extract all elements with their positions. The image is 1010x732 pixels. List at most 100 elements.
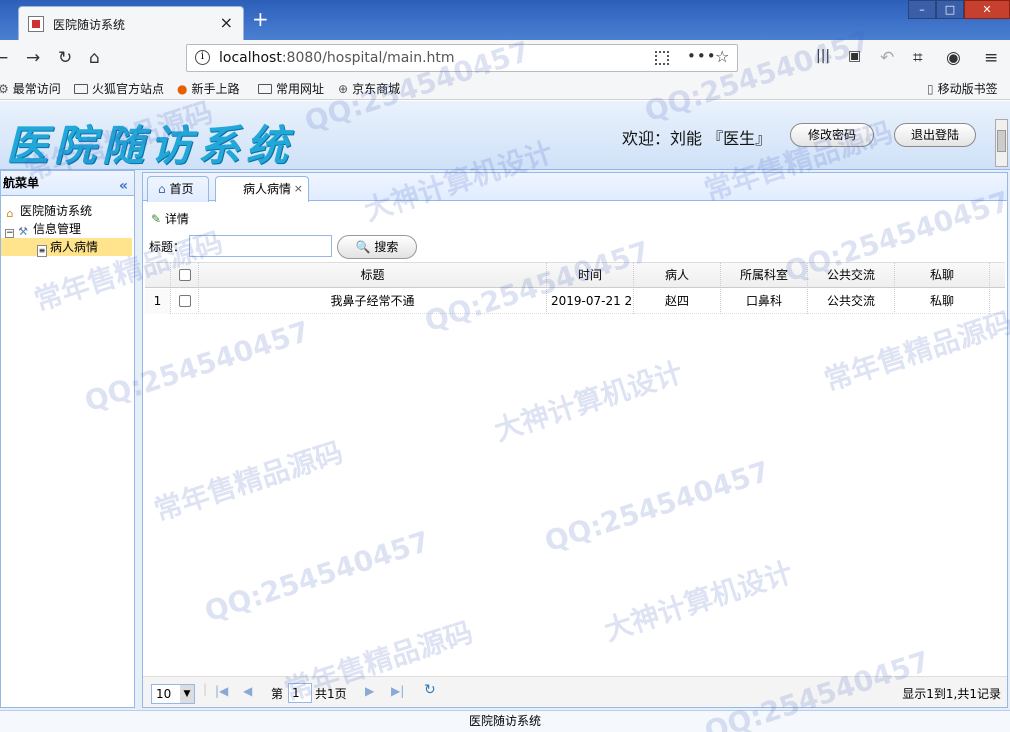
row-number: 1 (145, 289, 171, 314)
content-tabs: ⌂ 首页 病人病情 × (143, 173, 1007, 202)
new-tab-button[interactable]: + (252, 9, 269, 29)
url-path: :8080/hospital/main.htm (281, 50, 455, 66)
bookmark-label: 新手上路 (191, 82, 240, 96)
nav-panel: 航菜单 « ⌂ 医院随访系统 − ⚒ 信息管理 ≡ 病人病情 (0, 170, 135, 708)
data-grid: 标题 时间 病人 所属科室 公共交流 私聊 1 我鼻子经常不通 2019-07-… (145, 262, 1005, 672)
table-row[interactable]: 1 我鼻子经常不通 2019-07-21 22 赵四 口鼻科 公共交流 私聊 (145, 289, 1005, 314)
tree-node-info-management[interactable]: − ⚒ 信息管理 (5, 220, 81, 238)
bookmark-label: 移动版书签 (937, 82, 998, 96)
first-page-icon[interactable]: |◀ (215, 684, 228, 698)
welcome-text: 欢迎：刘能 『医生』 (622, 129, 772, 148)
select-all-checkbox[interactable] (178, 269, 191, 281)
row-number-header (145, 263, 171, 288)
bookmark-mobile[interactable]: ▯ 移动版书签 (927, 80, 998, 97)
title-search-input[interactable] (189, 235, 332, 257)
page-size-select[interactable]: 10 ▼ (151, 684, 195, 704)
last-page-icon[interactable]: ▶| (391, 684, 404, 698)
cell-time: 2019-07-21 22 (547, 289, 634, 314)
account-icon[interactable]: ◉ (946, 48, 961, 68)
next-page-icon[interactable]: ▶ (365, 684, 374, 698)
maximize-button[interactable]: □ (936, 0, 964, 19)
site-favicon-icon (28, 16, 44, 32)
tab-label: 病人病情 (243, 182, 292, 196)
header-scrollbar[interactable] (995, 119, 1008, 167)
mobile-icon: ▯ (927, 82, 934, 96)
pager-separator: | (203, 682, 208, 696)
tree-node-patient-condition[interactable]: ≡ 病人病情 (1, 238, 132, 257)
bookmark-star-icon[interactable]: ☆ (715, 47, 729, 66)
tree-node-root[interactable]: ⌂ 医院随访系统 (3, 202, 93, 220)
url-text[interactable]: localhost:8080/hospital/main.htm (219, 50, 455, 66)
tab-home[interactable]: ⌂ 首页 (147, 176, 209, 202)
column-header-private[interactable]: 私聊 (895, 263, 990, 288)
page-prefix: 第 (271, 687, 284, 701)
column-header-patient[interactable]: 病人 (634, 263, 721, 288)
collapse-toggle-icon[interactable]: − (5, 229, 14, 238)
reload-icon[interactable]: ↻ (58, 48, 72, 68)
refresh-icon[interactable]: ↻ (424, 682, 436, 698)
detail-label: 详情 (164, 212, 189, 226)
row-checkbox-cell (171, 289, 199, 314)
tab-close-icon[interactable]: × (220, 13, 233, 32)
public-chat-link[interactable]: 公共交流 (808, 289, 895, 314)
site-info-icon[interactable]: i (195, 50, 210, 65)
private-chat-link[interactable]: 私聊 (895, 289, 990, 314)
pencil-icon: ✎ (151, 212, 162, 226)
tree-node-label: 病人病情 (50, 240, 99, 254)
cell-patient: 赵四 (634, 289, 721, 314)
bookmark-getting-started[interactable]: ● 新手上路 (177, 80, 240, 97)
home-icon: ⌂ (6, 207, 14, 220)
nav-tree: ⌂ 医院随访系统 − ⚒ 信息管理 ≡ 病人病情 (1, 196, 134, 276)
menu-icon[interactable]: ≡ (984, 48, 998, 68)
scrollbar-thumb[interactable] (997, 130, 1006, 152)
search-icon: 🔍 (355, 240, 371, 254)
cell-department: 口鼻科 (721, 289, 808, 314)
tools-icon: ⚒ (18, 225, 28, 238)
browser-titlebar: 医院随访系统 × + – □ ✕ (0, 0, 1010, 40)
pager-info: 显示1到1,共1记录 (902, 687, 1001, 701)
tab-patient-condition[interactable]: 病人病情 × (215, 176, 309, 202)
select-all-checkbox-cell (171, 263, 199, 288)
nav-panel-header: 航菜单 « (1, 171, 134, 196)
app-footer: 医院随访系统 (0, 710, 1010, 732)
nav-panel-title: 航菜单 (3, 176, 40, 190)
close-window-button[interactable]: ✕ (964, 0, 1010, 19)
library-icon[interactable]: ||| (816, 48, 830, 64)
crop-icon[interactable]: ⌗ (913, 48, 923, 68)
patient-condition-page: ✎ 详情 标题： 🔍 搜索 标题 时间 病人 所属科室 公共交流 私聊 1 我鼻… (143, 202, 1007, 707)
minimize-button[interactable]: – (908, 0, 936, 19)
sidebar-icon[interactable]: ▣ (848, 48, 861, 64)
browser-tab[interactable]: 医院随访系统 × (18, 6, 244, 40)
detail-button[interactable]: ✎ 详情 (151, 210, 189, 227)
home-icon[interactable]: ⌂ (89, 48, 100, 68)
folder-icon (258, 84, 272, 94)
bookmark-firefox-official[interactable]: 火狐官方站点 (74, 80, 164, 97)
chevron-down-icon[interactable]: ▼ (180, 685, 194, 703)
page-actions-icon[interactable]: ••• (687, 47, 717, 65)
back-icon[interactable]: ← (0, 48, 8, 68)
bookmark-common-sites[interactable]: 常用网址 (258, 80, 324, 97)
bookmark-most-visited[interactable]: ⚙ 最常访问 (0, 80, 61, 97)
forward-icon[interactable]: → (26, 48, 40, 68)
change-password-button[interactable]: 修改密码 (790, 123, 874, 147)
column-header-public[interactable]: 公共交流 (808, 263, 895, 288)
column-header-title[interactable]: 标题 (199, 263, 547, 288)
undo-icon[interactable]: ↶ (880, 48, 894, 68)
url-bar[interactable]: i localhost:8080/hospital/main.htm ••• ☆ (186, 44, 738, 72)
row-checkbox[interactable] (178, 295, 191, 307)
tab-close-icon[interactable]: × (294, 177, 303, 201)
tab-label: 首页 (169, 182, 194, 196)
logout-button[interactable]: 退出登陆 (894, 123, 976, 147)
prev-page-icon[interactable]: ◀ (243, 684, 252, 698)
bookmark-jd[interactable]: ⊕ 京东商城 (338, 80, 400, 97)
search-button[interactable]: 🔍 搜索 (337, 235, 417, 259)
tree-node-label: 医院随访系统 (20, 204, 93, 218)
column-header-time[interactable]: 时间 (547, 263, 634, 288)
folder-icon (74, 84, 88, 94)
page-number-input[interactable]: 1 (288, 683, 312, 703)
app-logo: 医院随访系统 (6, 121, 295, 170)
bookmark-label: 京东商城 (352, 82, 401, 96)
column-header-department[interactable]: 所属科室 (721, 263, 808, 288)
qr-code-icon[interactable] (655, 51, 669, 65)
globe-icon: ⊕ (338, 82, 349, 96)
